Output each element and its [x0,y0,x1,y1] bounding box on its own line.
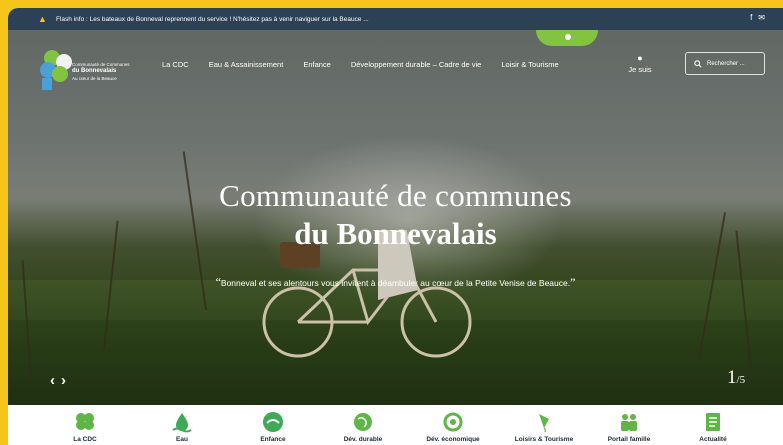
quicklink-portail-famille[interactable]: Portail famille [584,411,674,443]
clover-logo-icon [40,50,72,90]
site-logo[interactable]: Communauté de Communes du Bonnevalais Au… [40,48,140,96]
facebook-icon[interactable]: f [750,13,752,22]
slide-current: 1 [727,367,737,388]
quicklink-label: Dév. durable [343,436,383,443]
page-frame: ▲ Flash info : Les bateaux de Bonneval r… [8,8,783,445]
je-suis-button[interactable]: ● Je suis [625,53,655,74]
quicklink-dev-durable[interactable]: Dév. durable [318,411,408,443]
hero-title: Communauté de communes [219,178,572,213]
coin-icon [443,412,463,432]
decorative-tab [536,30,598,46]
flash-message[interactable]: Flash info : Les bateaux de Bonneval rep… [56,16,369,23]
je-suis-label: Je suis [628,65,652,74]
slider-arrows: ‹ › [50,372,66,389]
prev-arrow-icon[interactable]: ‹ [50,372,55,389]
quicklink-label: La CDC [73,436,97,443]
quicklink-label: Portail famille [607,436,651,443]
social-links: f ✉ [750,13,765,22]
nav-item-eau[interactable]: Eau & Assainissement [209,60,284,69]
logo-line-2: du Bonnevalais [72,67,117,74]
hero-quote: “Bonneval et ses alentours vous invitent… [8,275,783,290]
quicklink-label: Enfance [260,436,286,443]
quicklink-label: Eau [176,436,188,443]
hero-subtitle: du Bonnevalais [294,216,497,251]
family-icon [621,414,637,431]
search-button[interactable]: Rechercher ... [685,52,765,75]
logo-text: Communauté de Communes du Bonnevalais Au… [72,62,130,81]
search-label: Rechercher ... [707,60,745,67]
quicklink-actualite[interactable]: Actualité [668,411,758,443]
globe-icon [354,413,372,431]
quicklink-enfance[interactable]: Enfance [228,411,318,443]
quicklink-label: Dév. économique [426,436,480,443]
slide-total: 5 [739,374,746,386]
clover-icon [76,413,94,430]
hero-slider: Communauté de Communes du Bonnevalais Au… [8,30,783,405]
quicklink-dev-economique[interactable]: Dév. économique [408,411,498,443]
mail-icon[interactable]: ✉ [758,13,765,22]
user-icon: ● [637,53,643,63]
nav-item-la-cdc[interactable]: La CDC [162,60,189,69]
news-icon [706,413,720,431]
quicklink-eau[interactable]: Eau [137,411,227,443]
kite-icon [539,414,549,433]
warning-icon: ▲ [38,14,47,24]
flash-info-bar: ▲ Flash info : Les bateaux de Bonneval r… [8,8,783,30]
quicklink-label: Actualité [699,436,727,443]
next-arrow-icon[interactable]: › [61,372,66,389]
search-icon [694,59,702,68]
child-icon [263,412,283,432]
slide-counter: 1/5 [727,367,746,388]
quicklink-label: Loisirs & Tourisme [514,436,574,443]
close-quote-icon: ” [570,275,576,289]
quicklink-la-cdc[interactable]: La CDC [40,411,130,443]
nav-item-developpement-durable[interactable]: Développement durable – Cadre de vie [351,60,482,69]
hero-quote-text: Bonneval et ses alentours vous invitent … [220,278,571,288]
quicklink-loisirs-tourisme[interactable]: Loisirs & Tourisme [499,411,589,443]
water-icon [172,413,192,433]
quick-links-bar: La CDC Eau Enfance Dév. durable Dév. éco… [8,405,783,445]
logo-line-3: Au cœur de la Beauce [72,75,117,81]
nav-item-loisir-tourisme[interactable]: Loisir & Tourisme [501,60,558,69]
main-nav: La CDC Eau & Assainissement Enfance Déve… [162,60,579,69]
nav-item-enfance[interactable]: Enfance [303,60,331,69]
tab-dot-icon [565,34,571,40]
